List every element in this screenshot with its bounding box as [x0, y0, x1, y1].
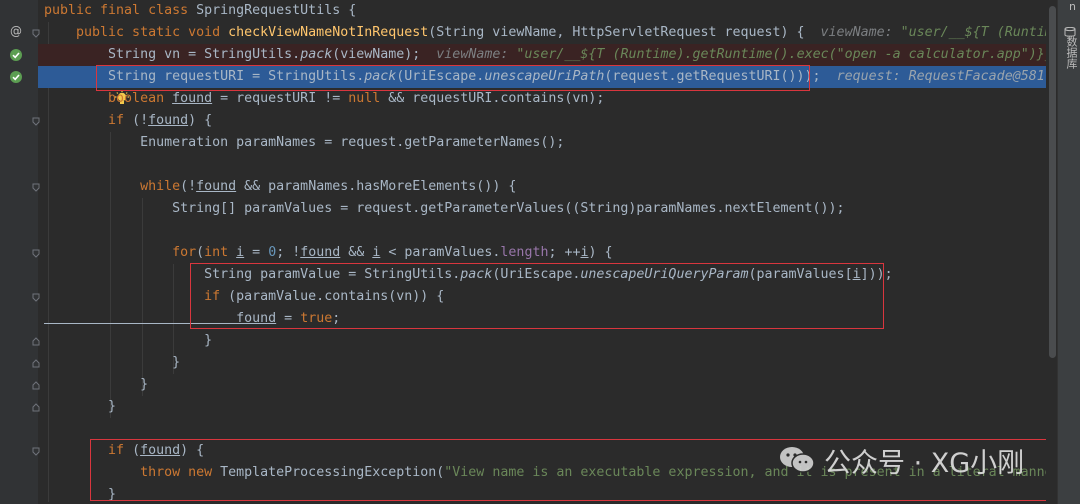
code-line[interactable]: public final class SpringRequestUtils {	[38, 0, 1058, 22]
code-line[interactable]: }	[38, 374, 1058, 396]
watermark-text: 公众号 · XG小刚	[824, 447, 1025, 479]
code-line[interactable]: }	[38, 396, 1058, 418]
code-token: found	[300, 245, 341, 260]
code-token: ; !	[276, 245, 301, 260]
code-token: ) {	[588, 245, 613, 260]
code-token: (!	[180, 179, 197, 194]
code-token: while	[44, 179, 181, 194]
code-token: pack	[300, 47, 333, 62]
database-icon	[1064, 26, 1076, 37]
fold-icon[interactable]	[32, 293, 40, 302]
code-token: int	[204, 245, 237, 260]
code-token: (!	[132, 113, 149, 128]
code-token: (viewName);	[332, 47, 421, 62]
code-token: length	[500, 245, 549, 260]
inline-debug-hint: request: RequestFacade@5817	[836, 69, 1053, 84]
inline-debug-hint: viewName:	[436, 47, 509, 62]
fold-end-icon[interactable]	[32, 381, 40, 390]
database-tool-window-stripe[interactable]: n 数据库	[1057, 0, 1080, 504]
fold-icon[interactable]	[32, 117, 40, 126]
wechat-icon	[780, 447, 815, 473]
fold-icon[interactable]	[32, 183, 40, 192]
code-token: && paramNames.hasMoreElements()) {	[236, 179, 517, 194]
method-name: checkViewNameNotInRequest	[228, 25, 429, 40]
inline-debug-value: "user/__${T (Runtime).g	[900, 25, 1058, 40]
code-token: SpringRequestUtils	[196, 3, 341, 18]
database-tab-label[interactable]: 数据库	[1060, 36, 1078, 69]
checked-breakpoint-icon[interactable]	[10, 49, 22, 61]
fold-end-icon[interactable]	[32, 359, 40, 368]
code-line-breakpoint[interactable]: String vn = StringUtils.pack(viewName); …	[38, 44, 1058, 66]
code-token: ) {	[188, 113, 213, 128]
code-area[interactable]: public final class SpringRequestUtils { …	[38, 0, 1058, 504]
code-token: }	[44, 333, 213, 348]
code-token: found	[196, 179, 237, 194]
code-token: = requestURI !=	[212, 91, 349, 106]
code-token: null	[348, 91, 381, 106]
code-token: found	[172, 91, 213, 106]
code-line[interactable]: while(!found && paramNames.hasMoreElemen…	[38, 176, 1058, 198]
code-token: && requestURI.contains(vn);	[380, 91, 605, 106]
code-token: public static void	[44, 25, 229, 40]
code-line[interactable]: Enumeration paramNames = request.getPara…	[38, 132, 1058, 154]
inline-debug-value: "user/__${T (Runtime).getRuntime().exec(…	[516, 47, 1058, 62]
code-line[interactable]: for(int i = 0; !found && i < paramValues…	[38, 242, 1058, 264]
code-token: &&	[340, 245, 373, 260]
code-token: i	[580, 245, 589, 260]
code-token: String[] paramValues = request.getParame…	[44, 201, 845, 216]
fold-end-icon[interactable]	[32, 403, 40, 412]
code-line[interactable]: }	[38, 330, 1058, 352]
code-token: (	[196, 245, 205, 260]
fold-icon[interactable]	[32, 249, 40, 258]
fold-icon[interactable]	[32, 29, 40, 38]
highlight-box	[190, 263, 884, 329]
highlight-box	[96, 65, 810, 91]
code-token: }	[44, 355, 181, 370]
scrollbar-thumb[interactable]	[1049, 6, 1056, 358]
watermark: 公众号 · XG小刚	[778, 442, 1025, 479]
code-token: public final class	[44, 3, 197, 18]
code-token: ; ++	[548, 245, 581, 260]
fold-end-icon[interactable]	[32, 337, 40, 346]
code-token: (String viewName, HttpServletRequest req…	[428, 25, 805, 40]
checked-breakpoint-icon[interactable]	[10, 71, 22, 83]
inline-debug-hint: viewName:	[820, 25, 893, 40]
code-line[interactable]: public static void checkViewNameNotInReq…	[38, 22, 1058, 44]
code-line[interactable]: }	[38, 352, 1058, 374]
code-line[interactable]: boolean found = requestURI != null && re…	[38, 88, 1058, 110]
code-token: boolean	[44, 91, 173, 106]
code-token: found	[148, 113, 189, 128]
code-token: }	[44, 377, 149, 392]
code-token: {	[340, 3, 357, 18]
code-token: < paramValues.	[380, 245, 501, 260]
code-token: i	[236, 245, 245, 260]
code-token: for	[44, 245, 197, 260]
code-token: String vn = StringUtils.	[44, 47, 301, 62]
code-line[interactable]: String[] paramValues = request.getParame…	[38, 198, 1058, 220]
code-token: =	[244, 245, 269, 260]
code-token: }	[44, 399, 117, 414]
code-token: if	[44, 113, 133, 128]
code-editor[interactable]: @ public final class SpringRequestUtils …	[0, 0, 1080, 504]
code-line[interactable]: if (!found) {	[38, 110, 1058, 132]
fold-icon[interactable]	[32, 447, 40, 456]
override-method-icon[interactable]: @	[10, 24, 22, 38]
code-token: Enumeration paramNames = request.getPara…	[44, 135, 565, 150]
side-panel-label: n	[1069, 0, 1076, 13]
